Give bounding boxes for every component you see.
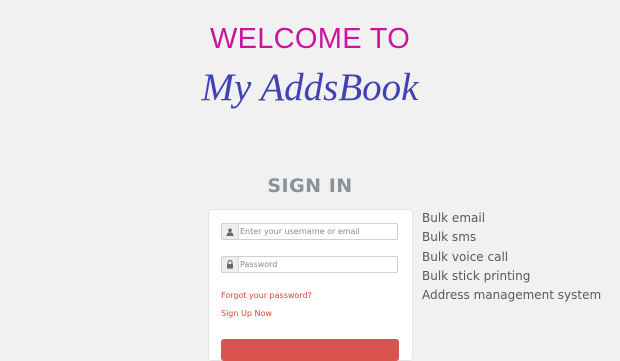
password-field[interactable]	[221, 256, 398, 273]
signin-title: SIGN IN	[267, 175, 353, 197]
sign-in-button[interactable]	[221, 339, 399, 361]
feature-item: Bulk voice call	[422, 249, 509, 264]
username-field[interactable]	[221, 223, 398, 240]
feature-item: Bulk sms	[422, 230, 477, 245]
welcome-heading: WELCOME TO	[209, 23, 411, 55]
forgot-password-link[interactable]: Forgot your password?	[221, 291, 312, 301]
lock-icon	[222, 257, 239, 272]
login-panel: Forgot your password? Sign Up Now	[208, 209, 413, 361]
sign-up-link[interactable]: Sign Up Now	[221, 309, 272, 319]
feature-item: Bulk stick printing	[422, 268, 531, 283]
user-icon	[222, 224, 239, 239]
feature-item: Bulk email	[422, 211, 486, 225]
password-input[interactable]	[240, 257, 395, 272]
brand-title: My AddsBook	[201, 66, 419, 109]
feature-item: Address management system	[422, 288, 602, 303]
username-input[interactable]	[240, 224, 395, 239]
feature-list: Bulk email Bulk sms Bulk voice call Bulk…	[422, 209, 601, 305]
